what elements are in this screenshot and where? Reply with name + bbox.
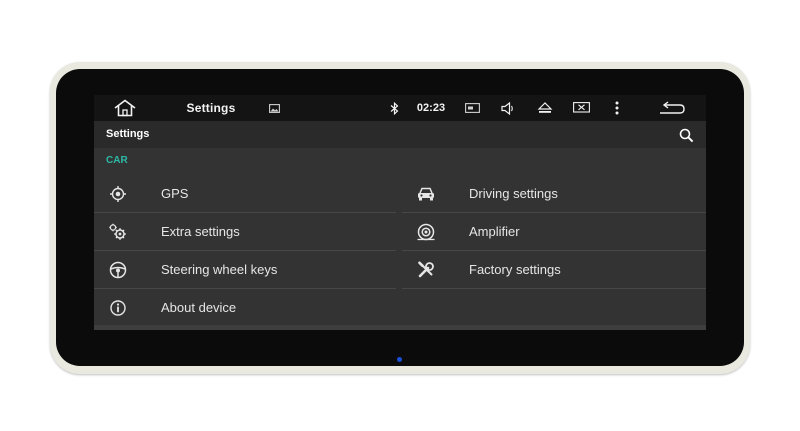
radio-icon <box>464 103 480 113</box>
setting-label: Factory settings <box>469 262 561 277</box>
setting-label: Amplifier <box>469 224 520 239</box>
back-button[interactable] <box>656 95 688 121</box>
speaker-icon <box>416 222 436 242</box>
gears-icon <box>108 222 128 242</box>
setting-extra[interactable]: Extra settings <box>94 213 394 250</box>
status-title: Settings <box>186 101 236 115</box>
clock: 02:23 <box>416 102 446 114</box>
car-icon <box>416 184 436 204</box>
setting-label: Extra settings <box>161 224 240 239</box>
setting-label: About device <box>161 300 237 315</box>
image-notification[interactable] <box>266 95 282 121</box>
setting-factory[interactable]: Factory settings <box>402 251 702 288</box>
page-title: Settings <box>106 128 150 140</box>
setting-about-device[interactable]: About device <box>94 289 394 326</box>
divider <box>402 288 706 289</box>
eject-button[interactable] <box>535 95 555 121</box>
setting-label: GPS <box>161 186 189 201</box>
steering-wheel-icon <box>108 260 128 280</box>
action-bar: Settings <box>94 121 706 148</box>
setting-amplifier[interactable]: Amplifier <box>402 213 702 250</box>
screen: Settings 02:23 Settings CAR GPS Driving … <box>94 95 706 330</box>
home-button[interactable] <box>110 95 140 121</box>
back-icon <box>660 101 685 114</box>
status-bar: Settings 02:23 <box>94 95 706 121</box>
screen-icon <box>572 102 590 113</box>
category-header: CAR <box>106 155 128 166</box>
bluetooth-status <box>387 95 401 121</box>
bluetooth-icon <box>390 101 398 115</box>
indicator-led <box>397 357 402 362</box>
list-bottom-edge <box>94 325 706 330</box>
radio-button[interactable] <box>463 95 481 121</box>
volume-icon <box>501 101 513 115</box>
volume-button[interactable] <box>499 95 517 121</box>
setting-label: Driving settings <box>469 186 558 201</box>
info-icon <box>108 298 128 318</box>
eject-icon <box>537 102 553 113</box>
search-icon <box>679 128 693 142</box>
home-icon <box>114 99 136 117</box>
wrench-icon <box>416 260 436 280</box>
more-options-button[interactable] <box>610 95 624 121</box>
image-icon <box>268 103 280 113</box>
setting-gps[interactable]: GPS <box>94 175 394 212</box>
setting-steering-keys[interactable]: Steering wheel keys <box>94 251 394 288</box>
screen-off-button[interactable] <box>571 95 591 121</box>
gps-icon <box>108 184 128 204</box>
setting-label: Steering wheel keys <box>161 262 278 277</box>
more-vert-icon <box>615 101 619 115</box>
search-button[interactable] <box>676 125 696 145</box>
setting-driving[interactable]: Driving settings <box>402 175 702 212</box>
